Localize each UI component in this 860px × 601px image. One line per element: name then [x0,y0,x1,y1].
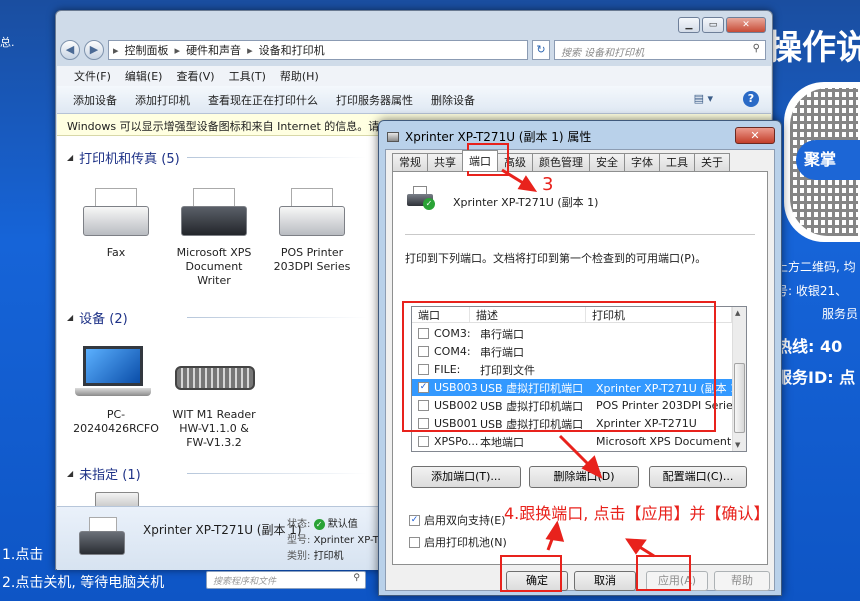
arrowhead [517,175,538,192]
arrowhead [545,520,565,542]
tab-ports[interactable]: 端口 [462,150,498,171]
arrowhead [625,538,647,555]
annotation-arrows [501,168,655,558]
